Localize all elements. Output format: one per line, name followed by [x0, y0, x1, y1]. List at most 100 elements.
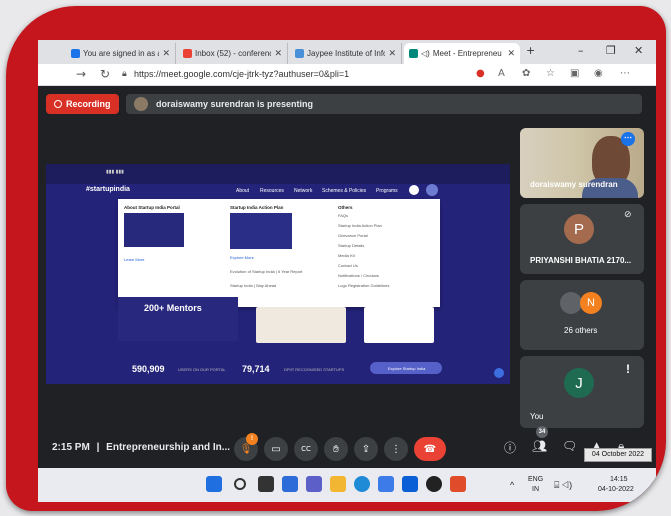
app-icon[interactable] — [426, 476, 442, 492]
participant-name: doraiswamy surendran — [530, 180, 618, 189]
leave-call-button[interactable]: ☎︎ — [414, 437, 446, 461]
favorite-icon[interactable]: ☆ — [546, 68, 555, 79]
camera-icon[interactable]: ● — [476, 68, 485, 79]
menu-network: Network — [294, 188, 313, 194]
dropdown-item: Notifications / Circulars — [338, 273, 379, 278]
file-explorer-icon[interactable] — [330, 476, 346, 492]
participant-tile[interactable]: ⊘ P PRIYANSHI BHATIA 2170... — [520, 204, 644, 274]
collections-icon[interactable]: ▣ — [570, 68, 579, 79]
dropdown-item: Grievance Portal — [338, 233, 368, 238]
close-icon[interactable]: ✕ — [162, 48, 170, 59]
site-favicon-icon — [295, 49, 304, 58]
profile-icon[interactable]: ◉ — [594, 68, 603, 79]
slide-card — [256, 307, 346, 343]
new-tab-button[interactable]: + — [526, 44, 535, 57]
windows-start-icon[interactable] — [206, 476, 222, 492]
people-count-badge: 34 — [536, 426, 548, 438]
dropdown-item: FAQs — [338, 213, 349, 218]
presenting-banner: doraiswamy surendran is presenting — [126, 94, 642, 114]
widgets-icon[interactable] — [282, 476, 298, 492]
about-dropdown: About Startup India Portal Learn More St… — [118, 199, 440, 307]
search-icon — [409, 185, 419, 195]
participant-name: You — [530, 412, 544, 421]
dropdown-item: Logo Registration Guidelines — [338, 283, 390, 288]
network-volume-icon[interactable]: ⌸ ◁) — [554, 480, 572, 491]
vertical-dots-icon: ⋮ — [391, 443, 401, 455]
others-count: 26 others — [564, 326, 598, 335]
dropbox-icon[interactable] — [402, 476, 418, 492]
menu-programs: Programs — [376, 188, 398, 194]
browser-tab[interactable]: Inbox (52) - conference ✕ — [178, 43, 288, 64]
help-icon — [494, 368, 504, 378]
close-icon[interactable]: ✕ — [388, 48, 396, 59]
dropdown-item: Startup India Action Plan — [338, 223, 382, 228]
people-icon[interactable]: 👥︎ — [532, 439, 547, 453]
browser-tab[interactable]: You are signed in as an ✕ — [66, 43, 176, 64]
users-stat: 590,909 — [132, 364, 165, 374]
taskbar-time[interactable]: 14:15 — [610, 476, 628, 483]
menu-schemes: Schemes & Policies — [322, 188, 367, 194]
participant-tile-others[interactable]: N 26 others — [520, 280, 644, 350]
date-tooltip: 04 October 2022 — [584, 448, 652, 462]
teams-icon[interactable] — [306, 476, 322, 492]
more-options-icon[interactable]: ⋯ — [621, 132, 635, 146]
tab-title: You are signed in as an — [83, 49, 160, 58]
gmail-icon — [183, 49, 192, 58]
reload-icon[interactable]: ↻ — [100, 67, 110, 81]
presenter-avatar — [134, 97, 148, 111]
mentors-card: 200+ Mentors — [118, 297, 238, 341]
photo-frame: You are signed in as an ✕ Inbox (52) - c… — [6, 6, 666, 511]
presentation-app-icon[interactable] — [450, 476, 466, 492]
captions-icon: CC — [301, 445, 311, 453]
participant-tile-presenter[interactable]: ⋯ doraiswamy surendran — [520, 128, 644, 198]
mic-icon: 🎙︎ — [239, 443, 253, 455]
back-arrow-icon[interactable]: → — [76, 67, 86, 81]
window-close-icon[interactable]: ✕ — [634, 44, 643, 57]
raise-hand-button[interactable]: ✋︎ — [324, 437, 348, 461]
participant-avatar: J — [564, 368, 594, 398]
info-icon[interactable]: ⓘ — [504, 439, 516, 456]
chat-icon[interactable]: 🗨︎ — [562, 439, 577, 453]
present-button[interactable]: ⇪ — [354, 437, 378, 461]
meet-control-bar: 2:15 PM | Entrepreneurship and In... 🎙︎ … — [38, 426, 656, 468]
recording-badge[interactable]: Recording — [46, 94, 119, 114]
region-indicator: IN — [532, 486, 539, 493]
recording-label: Recording — [66, 99, 111, 109]
participant-tile-self[interactable]: ! J You — [520, 356, 644, 428]
speaker-icon: ◁) — [421, 49, 430, 58]
startupindia-logo: #startupindia — [86, 186, 130, 193]
restore-icon[interactable]: ❐ — [606, 44, 616, 57]
tab-title: Meet - Entrepreneu — [432, 49, 502, 58]
search-icon[interactable] — [234, 478, 246, 490]
minimize-icon[interactable]: – — [578, 44, 584, 57]
windows-taskbar: ^ ENG IN ⌸ ◁) 14:15 04-10-2022 — [38, 468, 656, 502]
participant-avatar: N — [580, 292, 602, 314]
more-menu-icon[interactable]: ⋯ — [620, 68, 630, 79]
taskbar-date[interactable]: 04-10-2022 — [598, 486, 634, 493]
present-icon: ⇪ — [361, 443, 371, 455]
close-icon[interactable]: ✕ — [507, 48, 515, 59]
screen: You are signed in as an ✕ Inbox (52) - c… — [38, 40, 656, 502]
task-view-icon[interactable] — [258, 476, 274, 492]
portal-illustration — [124, 213, 184, 247]
close-icon[interactable]: ✕ — [274, 48, 282, 59]
dropdown-item: Startup India | Way Ahead — [230, 283, 277, 288]
browser-tab-active[interactable]: ◁) Meet - Entrepreneu ✕ — [404, 43, 520, 64]
extensions-icon[interactable]: ✿ — [522, 68, 530, 79]
dropdown-heading: About Startup India Portal — [124, 205, 180, 210]
more-options-button[interactable]: ⋮ — [384, 437, 408, 461]
read-aloud-icon[interactable]: A — [498, 68, 505, 79]
learn-more-link: Learn More — [124, 257, 145, 262]
url-field[interactable]: https://meet.google.com/cje-jtrk-tyz?aut… — [134, 69, 349, 79]
lock-icon: 🔒︎ — [122, 69, 127, 79]
edge-icon[interactable] — [354, 476, 370, 492]
store-icon[interactable] — [378, 476, 394, 492]
explore-more-link: Explore More — [230, 255, 254, 260]
shared-screen: ▮▮▮ ▮▮▮ #startupindia About Resources Ne… — [46, 164, 510, 384]
address-bar: → ↻ 🔒︎ https://meet.google.com/cje-jtrk-… — [38, 64, 656, 86]
language-indicator[interactable]: ENG — [528, 476, 543, 483]
captions-button[interactable]: CC — [294, 437, 318, 461]
tray-chevron-icon[interactable]: ^ — [510, 480, 514, 490]
camera-button[interactable]: ▭ — [264, 437, 288, 461]
browser-tab[interactable]: Jaypee Institute of Info ✕ — [290, 43, 402, 64]
